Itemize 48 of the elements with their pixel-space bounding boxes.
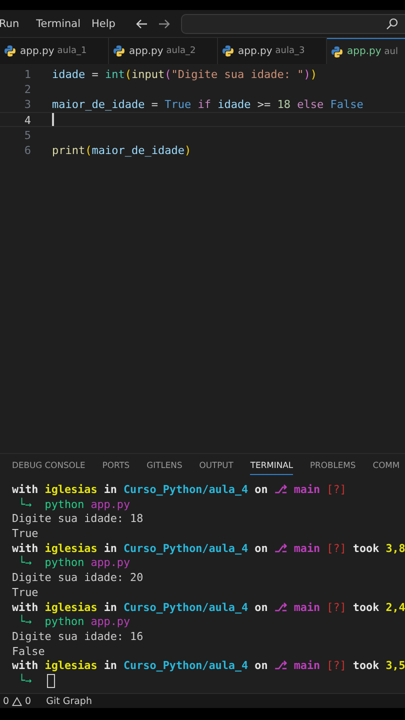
python-logo-icon: [331, 46, 343, 58]
line-number: 4: [23, 112, 31, 126]
menu-item[interactable]: Help: [86, 18, 122, 30]
terminal-line: with iglesias in Curso_Python/aula_4 on ⎇ main [?] took 3,8: [12, 542, 405, 556]
panel-tab[interactable]: PROBLEMS: [310, 455, 356, 475]
search-field[interactable]: [181, 14, 405, 34]
panel-tab[interactable]: DEBUG CONSOLE: [12, 455, 86, 475]
warning-count: 0: [25, 696, 32, 706]
terminal-line: True: [12, 527, 38, 542]
terminal-line: Digite sua idade: 16: [12, 630, 144, 645]
terminal-line: True: [12, 586, 38, 601]
git-graph-button[interactable]: Git Graph: [46, 696, 92, 706]
terminal-line: with iglesias in Curso_Python/aula_4 on ⎇ main [?] took 3,5: [12, 659, 405, 674]
terminal-line: └→ python app.py: [18, 556, 130, 572]
python-logo-icon: [222, 45, 234, 57]
line-number: 1: [23, 67, 31, 80]
terminal-cursor: [46, 674, 55, 688]
panel-tab[interactable]: COMM: [372, 455, 400, 475]
error-count: 0: [3, 696, 10, 706]
terminal-line: with iglesias in Curso_Python/aula_4 on ⎇ main [?]: [12, 483, 346, 498]
terminal-line: False: [12, 644, 45, 660]
line-number: 3: [23, 97, 31, 111]
terminal-line: └→ python app.py: [18, 615, 130, 630]
warning-icon: [12, 696, 22, 706]
panel-tab[interactable]: TERMINAL: [250, 455, 293, 475]
menu-item[interactable]: Terminal: [30, 18, 87, 30]
code-line: idade = int(input("Digite sua idade: ")): [52, 67, 317, 80]
line-number: 6: [23, 142, 31, 156]
code-line: maior_de_idade = True if idade >= 18 else False: [52, 97, 364, 111]
menu-item[interactable]: Run: [0, 18, 26, 30]
code-line: print(maior_de_idade): [52, 142, 192, 156]
terminal-line: Digite sua idade: 18: [12, 512, 144, 528]
right-arrow-icon: [158, 18, 170, 28]
python-logo-icon: [4, 45, 16, 57]
search-icon: [386, 18, 398, 30]
text-cursor: [52, 112, 54, 126]
terminal-line: └→ python app.py: [18, 498, 130, 512]
panel-tab[interactable]: GITLENS: [146, 455, 182, 475]
terminal-line: Digite sua idade: 20: [12, 571, 144, 586]
line-number: 5: [23, 128, 31, 141]
panel-tab[interactable]: PORTS: [102, 455, 130, 475]
terminal-line: with iglesias in Curso_Python/aula_4 on ⎇ main [?] took 2,4: [12, 600, 405, 614]
editor-tab[interactable]: app.py aul: [327, 38, 405, 64]
python-logo-icon: [113, 45, 125, 57]
panel-tab[interactable]: OUTPUT: [199, 455, 234, 475]
terminal-line: └→: [18, 674, 32, 689]
left-arrow-icon: [136, 18, 148, 28]
line-number: 2: [23, 82, 31, 96]
